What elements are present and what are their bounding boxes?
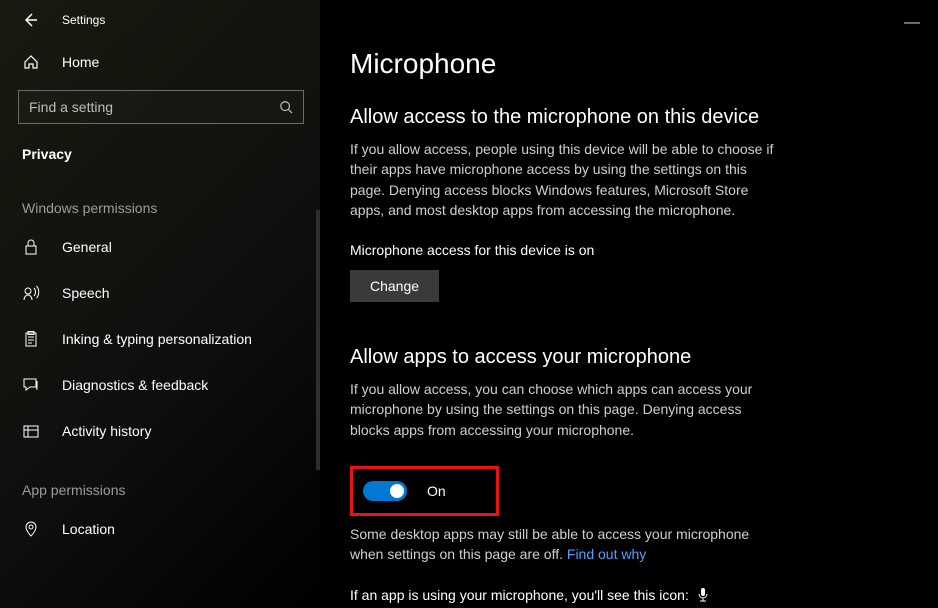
back-icon[interactable]: [22, 12, 38, 28]
search-field[interactable]: [29, 99, 279, 115]
change-button[interactable]: Change: [350, 270, 439, 302]
location-icon: [22, 521, 40, 537]
current-section: Privacy: [0, 124, 320, 172]
section1-title: Allow access to the microphone on this d…: [350, 106, 898, 129]
speech-icon: [22, 285, 40, 301]
sidebar-item-label: Activity history: [62, 423, 151, 439]
main-content: — Microphone Allow access to the microph…: [320, 0, 938, 608]
sidebar-item-label: General: [62, 239, 112, 255]
sidebar-item-label: Speech: [62, 285, 109, 301]
group-header-app-permissions: App permissions: [0, 454, 320, 506]
apps-mic-toggle[interactable]: [363, 481, 407, 501]
window-title: Settings: [62, 13, 105, 27]
search-icon: [279, 100, 293, 114]
clipboard-icon: [22, 331, 40, 347]
highlighted-toggle-area: On: [350, 466, 499, 516]
mic-access-status: Microphone access for this device is on: [350, 242, 898, 258]
sidebar-item-activity[interactable]: Activity history: [0, 408, 320, 454]
sidebar-item-general[interactable]: General: [0, 224, 320, 270]
mic-in-use-line: If an app is using your microphone, you'…: [350, 587, 898, 603]
sidebar: Settings Home Privacy Windows permission…: [0, 0, 320, 608]
section2-title: Allow apps to access your microphone: [350, 346, 898, 369]
find-out-why-link[interactable]: Find out why: [567, 546, 646, 562]
search-input[interactable]: [18, 90, 304, 124]
history-icon: [22, 423, 40, 439]
sidebar-item-inking[interactable]: Inking & typing personalization: [0, 316, 320, 362]
home-icon: [22, 54, 40, 70]
sidebar-item-label: Diagnostics & feedback: [62, 377, 208, 393]
note-text: Some desktop apps may still be able to a…: [350, 526, 749, 562]
page-title: Microphone: [350, 48, 898, 80]
sidebar-item-label: Location: [62, 521, 115, 537]
sidebar-item-home[interactable]: Home: [0, 40, 320, 84]
group-header-windows-permissions: Windows permissions: [0, 172, 320, 224]
sidebar-item-label: Inking & typing personalization: [62, 331, 252, 347]
desktop-apps-note: Some desktop apps may still be able to a…: [350, 524, 780, 565]
feedback-icon: [22, 377, 40, 393]
sidebar-item-speech[interactable]: Speech: [0, 270, 320, 316]
microphone-icon: [697, 588, 709, 602]
mic-in-use-text: If an app is using your microphone, you'…: [350, 587, 689, 603]
home-label: Home: [62, 54, 99, 70]
section1-desc: If you allow access, people using this d…: [350, 139, 780, 220]
lock-icon: [22, 239, 40, 255]
section2-desc: If you allow access, you can choose whic…: [350, 379, 780, 440]
toggle-state-label: On: [427, 483, 446, 499]
minimize-button[interactable]: —: [904, 14, 920, 32]
sidebar-item-location[interactable]: Location: [0, 506, 320, 552]
toggle-knob: [390, 484, 404, 498]
sidebar-item-diagnostics[interactable]: Diagnostics & feedback: [0, 362, 320, 408]
